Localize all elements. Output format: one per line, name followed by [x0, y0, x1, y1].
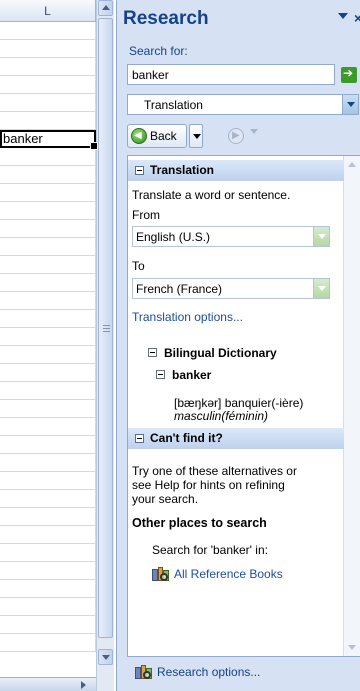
sheet-cell[interactable]	[0, 418, 96, 436]
sheet-cell[interactable]	[0, 472, 96, 490]
forward-button[interactable]	[225, 124, 247, 148]
research-options-icon[interactable]	[135, 664, 153, 680]
results-scroll-down[interactable]	[345, 640, 359, 654]
dictionary-entry-header[interactable]: banker	[156, 368, 212, 382]
sheet-cell[interactable]	[0, 634, 96, 652]
from-label: From	[132, 208, 160, 222]
chevron-down-icon[interactable]	[342, 95, 358, 114]
from-language-value: English (U.S.)	[136, 230, 211, 244]
sheet-cell[interactable]	[0, 580, 96, 598]
bilingual-dictionary-header[interactable]: Bilingual Dictionary	[148, 346, 277, 360]
sheet-cell[interactable]	[0, 544, 96, 562]
results-scrollbar[interactable]	[343, 156, 360, 656]
cant-find-line-1: Try one of these alternatives or	[132, 464, 297, 478]
scroll-right-icon[interactable]	[81, 681, 86, 689]
dictionary-gender: masculin(féminin)	[174, 409, 269, 423]
start-search-button[interactable]	[341, 66, 357, 83]
sheet-cell[interactable]	[0, 328, 96, 346]
sheet-cell[interactable]	[0, 382, 96, 400]
forward-history-dropdown[interactable]	[250, 129, 258, 134]
sheet-cell[interactable]	[0, 490, 96, 508]
sheet-cell[interactable]	[0, 346, 96, 364]
search-label: Search for:	[129, 44, 188, 58]
scroll-thumb[interactable]	[98, 18, 113, 638]
search-for-in-label: Search for 'banker' in:	[152, 543, 268, 557]
sheet-cell[interactable]	[0, 220, 96, 238]
collapse-icon[interactable]	[148, 348, 157, 357]
sheet-cell[interactable]	[0, 112, 96, 130]
translation-description: Translate a word or sentence.	[132, 188, 291, 202]
forward-arrow-icon	[228, 128, 244, 144]
service-select-value: Translation	[144, 98, 203, 112]
cant-find-section-header[interactable]: Can't find it?	[128, 428, 344, 449]
back-history-dropdown[interactable]	[189, 124, 203, 148]
research-pane: Research × Search for: banker Translatio…	[116, 0, 360, 691]
to-label: To	[132, 259, 145, 273]
results-panel: Translation Translate a word or sentence…	[127, 155, 360, 657]
active-cell[interactable]: banker	[0, 130, 98, 150]
to-language-select[interactable]: French (France)	[132, 278, 330, 299]
close-icon[interactable]: ×	[354, 10, 360, 26]
pane-menu-icon[interactable]	[338, 13, 348, 19]
dictionary-entry-word: banker	[172, 368, 212, 382]
sheet-cell[interactable]	[0, 562, 96, 580]
cell-rows: banker	[0, 22, 98, 652]
search-input[interactable]: banker	[127, 64, 335, 85]
collapse-icon[interactable]	[156, 370, 165, 379]
pane-title: Research	[123, 8, 209, 29]
horizontal-scrollbar[interactable]	[0, 677, 96, 691]
back-button[interactable]: Back	[127, 124, 187, 148]
research-service-select[interactable]: Translation	[127, 94, 359, 115]
sheet-cell[interactable]	[0, 454, 96, 472]
collapse-icon[interactable]	[135, 434, 144, 443]
spreadsheet-area: L banker	[0, 0, 98, 691]
sheet-cell[interactable]	[0, 436, 96, 454]
sheet-cell[interactable]	[0, 256, 96, 274]
sheet-cell[interactable]	[0, 616, 96, 634]
dictionary-translation: [bæŋkər] banquier(-ière)	[174, 396, 304, 410]
translation-header-label: Translation	[150, 163, 215, 177]
scroll-up-button[interactable]	[98, 0, 113, 16]
sheet-cell[interactable]	[0, 40, 96, 58]
other-places-heading: Other places to search	[132, 516, 267, 530]
sheet-cell[interactable]	[0, 166, 96, 184]
sheet-cell[interactable]	[0, 202, 96, 220]
sheet-cell[interactable]	[0, 598, 96, 616]
back-label: Back	[150, 129, 177, 143]
sheet-cell[interactable]	[0, 292, 96, 310]
reference-books-icon	[152, 566, 170, 582]
sheet-cell[interactable]	[0, 238, 96, 256]
sheet-cell[interactable]	[0, 94, 96, 112]
sheet-cell[interactable]	[0, 310, 96, 328]
chevron-down-icon[interactable]	[313, 279, 329, 298]
from-language-select[interactable]: English (U.S.)	[132, 226, 330, 247]
translation-options-link[interactable]: Translation options...	[132, 310, 243, 324]
cant-find-header-label: Can't find it?	[150, 431, 223, 445]
translation-section-header[interactable]: Translation	[128, 160, 344, 181]
to-language-value: French (France)	[136, 282, 223, 296]
chevron-down-icon[interactable]	[313, 227, 329, 246]
research-options-link[interactable]: Research options...	[157, 665, 260, 679]
sheet-cell[interactable]	[0, 58, 96, 76]
sheet-cell[interactable]	[0, 508, 96, 526]
back-arrow-icon	[131, 128, 147, 144]
grip-icon	[103, 325, 110, 333]
sheet-cell[interactable]	[0, 526, 96, 544]
vertical-scrollbar[interactable]	[96, 0, 114, 691]
all-reference-books-link[interactable]: All Reference Books	[174, 567, 283, 581]
sheet-cell[interactable]	[0, 364, 96, 382]
dictionary-header-label: Bilingual Dictionary	[164, 346, 277, 360]
results-scroll-up[interactable]	[345, 158, 359, 172]
sheet-cell[interactable]	[0, 274, 96, 292]
sheet-cell[interactable]	[0, 76, 96, 94]
cant-find-line-2: see Help for hints on refining	[132, 478, 285, 492]
sheet-cell[interactable]	[0, 148, 96, 166]
column-header-l[interactable]: L	[0, 0, 96, 22]
scroll-down-button[interactable]	[98, 649, 113, 665]
collapse-icon[interactable]	[135, 166, 144, 175]
sheet-cell[interactable]	[0, 400, 96, 418]
sheet-cell[interactable]	[0, 22, 96, 40]
cant-find-line-3: your search.	[132, 492, 199, 506]
sheet-cell[interactable]	[0, 184, 96, 202]
